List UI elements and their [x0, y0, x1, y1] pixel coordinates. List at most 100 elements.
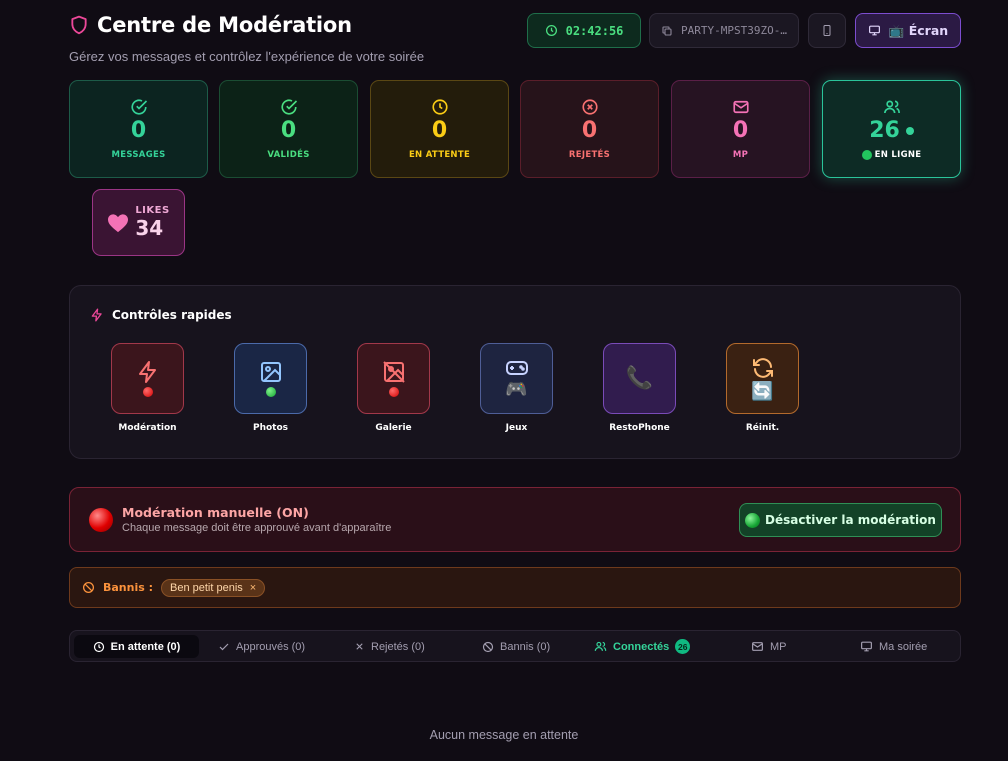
mail-icon [732, 98, 750, 116]
moderation-description: Chaque message doit être approuvé avant … [122, 522, 392, 534]
quick-controls-panel: Contrôles rapides Modération Photos Gale… [69, 285, 961, 459]
stat-value: 34 [135, 216, 164, 240]
stat-value: 0 [732, 118, 749, 143]
clock-icon [431, 98, 449, 116]
mail-icon [751, 640, 764, 653]
gamepad-emoji-icon: 🎮 [505, 379, 528, 400]
green-circle-icon [745, 512, 761, 528]
stat-pending: 0 EN ATTENTE [370, 80, 509, 178]
ban-icon [82, 581, 95, 594]
page-subtitle: Gérez vos messages et contrôlez l'expéri… [69, 49, 425, 64]
toggle-restophone[interactable]: 📞 RestoPhone [603, 343, 676, 433]
control-label: Photos [252, 423, 289, 433]
monitor-icon [868, 24, 881, 37]
gamepad-icon [505, 358, 529, 378]
toggle-games[interactable]: 🎮 Jeux [480, 343, 553, 433]
stat-label: EN LIGNE [861, 150, 922, 160]
refresh-icon [751, 356, 775, 380]
tab-label: MP [770, 640, 787, 653]
refresh-emoji-icon: 🔄 [751, 381, 774, 402]
tab-pending[interactable]: En attente (0) [74, 635, 199, 658]
heart-icon [107, 213, 129, 233]
tab-label: Ma soirée [879, 640, 928, 653]
control-label: Galerie [375, 423, 412, 433]
green-circle-icon [861, 150, 872, 160]
tab-approved[interactable]: Approuvés (0) [218, 635, 305, 658]
control-label: Jeux [505, 423, 528, 433]
smartphone-icon [821, 23, 833, 38]
toggle-gallery[interactable]: Galerie [357, 343, 430, 433]
banned-users-bar: Bannis : Ben petit penis × [69, 567, 961, 608]
tab-label: Bannis (0) [500, 640, 551, 653]
image-icon [259, 360, 283, 384]
stat-value: 26 [869, 118, 900, 143]
toggle-photos[interactable]: Photos [234, 343, 307, 433]
page-title: Centre de Modération [97, 13, 352, 37]
moderation-banner: Modération manuelle (ON) Chaque message … [69, 487, 961, 552]
quick-controls-header: Contrôles rapides [90, 308, 232, 322]
disable-moderation-button[interactable]: Désactiver la modération [739, 503, 942, 537]
tab-label: Rejetés (0) [371, 640, 425, 653]
tab-my-party[interactable]: Ma soirée [860, 635, 927, 658]
clock-icon [93, 641, 105, 653]
stat-messages: 0 MESSAGES [69, 80, 208, 178]
tab-label: Approuvés (0) [236, 640, 306, 653]
screen-button-label: 📺 Écran [888, 22, 949, 38]
quick-controls-title: Contrôles rapides [112, 308, 232, 322]
phone-view-button[interactable] [808, 13, 846, 48]
status-off-dot [388, 387, 399, 397]
message-tabs: En attente (0) Approuvés (0) Rejetés (0)… [69, 630, 961, 662]
toggle-photos-box[interactable] [234, 343, 307, 414]
stat-validated: 0 VALIDÉS [219, 80, 358, 178]
check-icon [218, 641, 230, 653]
check-circle-icon [280, 98, 298, 116]
stat-value: 0 [280, 118, 297, 143]
stat-label: VALIDÉS [267, 150, 310, 160]
tab-rejected[interactable]: Rejetés (0) [354, 635, 425, 658]
reset-box[interactable]: 🔄 [726, 343, 799, 414]
toggle-games-box[interactable]: 🎮 [480, 343, 553, 414]
zap-icon [136, 360, 160, 384]
stat-online: 26 EN LIGNE [822, 80, 961, 178]
monitor-icon [860, 640, 873, 653]
stat-label: REJETÉS [568, 150, 611, 160]
reset-button[interactable]: 🔄 Réinit. [726, 343, 799, 433]
banned-label: Bannis : [103, 581, 154, 594]
toggle-moderation-box[interactable] [111, 343, 184, 414]
screen-button[interactable]: 📺 Écran [855, 13, 961, 48]
tab-banned[interactable]: Bannis (0) [482, 635, 550, 658]
stat-label: LIKES [135, 205, 170, 216]
red-circle-icon [89, 508, 113, 532]
toggle-moderation[interactable]: Modération [111, 343, 184, 433]
page-header: Centre de Modération [69, 13, 352, 37]
stat-label: EN ATTENTE [408, 150, 471, 160]
toggle-restophone-box[interactable]: 📞 [603, 343, 676, 414]
tab-mp[interactable]: MP [751, 635, 787, 658]
check-circle-icon [130, 98, 148, 116]
users-icon [883, 98, 901, 116]
toggle-gallery-box[interactable] [357, 343, 430, 414]
phone-emoji-icon: 📞 [625, 365, 654, 391]
control-label: Réinit. [745, 423, 780, 433]
banned-user-name: Ben petit penis [170, 581, 243, 594]
disable-moderation-label: Désactiver la modération [765, 513, 936, 527]
empty-state-message: Aucun message en attente [429, 728, 579, 742]
tab-label: Connectés [613, 640, 670, 653]
banned-user-chip: Ben petit penis × [161, 578, 266, 597]
status-on-dot [265, 387, 276, 397]
stat-mp: 0 MP [671, 80, 810, 178]
control-label: Modération [118, 423, 177, 433]
copy-party-code-button[interactable]: PARTY-MPST39ZO-… [649, 13, 799, 48]
online-dot [905, 127, 914, 135]
timer-badge: 02:42:56 [527, 13, 641, 48]
unban-button[interactable]: × [250, 582, 256, 594]
zap-icon [90, 308, 104, 322]
stat-label: MESSAGES [111, 150, 166, 160]
tab-connected[interactable]: Connectés 26 [594, 635, 691, 658]
stat-value: 0 [130, 118, 147, 143]
stat-value: 0 [431, 118, 448, 143]
tab-label: En attente (0) [110, 640, 181, 653]
stat-value: 0 [581, 118, 598, 143]
control-label: RestoPhone [609, 423, 670, 433]
party-code: PARTY-MPST39ZO-… [681, 24, 787, 37]
